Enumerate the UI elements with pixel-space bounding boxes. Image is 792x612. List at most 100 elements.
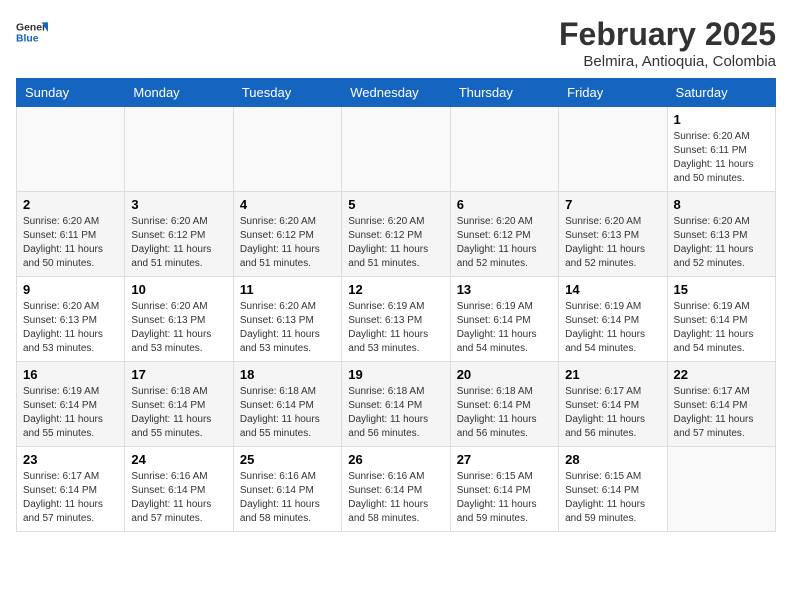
day-info: Sunrise: 6:16 AMSunset: 6:14 PMDaylight:… bbox=[240, 470, 335, 526]
calendar-day-cell: 3 Sunrise: 6:20 AMSunset: 6:12 PMDaylight… bbox=[125, 192, 233, 277]
day-info: Sunrise: 6:16 AMSunset: 6:14 PMDaylight:… bbox=[131, 470, 226, 526]
calendar-week-row: 1 Sunrise: 6:20 AMSunset: 6:11 PMDaylight… bbox=[17, 107, 776, 192]
day-info: Sunrise: 6:17 AMSunset: 6:14 PMDaylight:… bbox=[565, 385, 660, 441]
page-subtitle: Belmira, Antioquia, Colombia bbox=[559, 53, 776, 70]
day-number: 16 bbox=[23, 367, 118, 382]
calendar-day-cell: 8 Sunrise: 6:20 AMSunset: 6:13 PMDaylight… bbox=[667, 192, 775, 277]
page-header: General Blue February 2025 Belmira, Anti… bbox=[16, 16, 776, 70]
day-info: Sunrise: 6:17 AMSunset: 6:14 PMDaylight:… bbox=[674, 385, 769, 441]
day-info: Sunrise: 6:19 AMSunset: 6:14 PMDaylight:… bbox=[457, 300, 552, 356]
day-info: Sunrise: 6:18 AMSunset: 6:14 PMDaylight:… bbox=[240, 385, 335, 441]
weekday-header-monday: Monday bbox=[125, 79, 233, 107]
svg-text:Blue: Blue bbox=[16, 34, 39, 45]
day-info: Sunrise: 6:20 AMSunset: 6:13 PMDaylight:… bbox=[23, 300, 118, 356]
day-info: Sunrise: 6:20 AMSunset: 6:13 PMDaylight:… bbox=[240, 300, 335, 356]
day-number: 26 bbox=[348, 452, 443, 467]
day-info: Sunrise: 6:18 AMSunset: 6:14 PMDaylight:… bbox=[348, 385, 443, 441]
calendar-day-cell: 25 Sunrise: 6:16 AMSunset: 6:14 PMDayligh… bbox=[233, 447, 341, 532]
weekday-header-saturday: Saturday bbox=[667, 79, 775, 107]
logo: General Blue bbox=[16, 16, 48, 48]
day-info: Sunrise: 6:20 AMSunset: 6:11 PMDaylight:… bbox=[674, 130, 769, 186]
calendar-day-cell bbox=[667, 447, 775, 532]
day-info: Sunrise: 6:20 AMSunset: 6:13 PMDaylight:… bbox=[131, 300, 226, 356]
calendar-day-cell: 9 Sunrise: 6:20 AMSunset: 6:13 PMDaylight… bbox=[17, 277, 125, 362]
page-title: February 2025 bbox=[559, 16, 776, 53]
day-number: 8 bbox=[674, 197, 769, 212]
calendar-day-cell: 2Sunrise: 6:20 AMSunset: 6:11 PMDaylight… bbox=[17, 192, 125, 277]
calendar-day-cell: 27Sunrise: 6:15 AMSunset: 6:14 PMDayligh… bbox=[450, 447, 558, 532]
day-number: 15 bbox=[674, 282, 769, 297]
day-info: Sunrise: 6:20 AMSunset: 6:12 PMDaylight:… bbox=[240, 215, 335, 271]
calendar-day-cell: 13 Sunrise: 6:19 AMSunset: 6:14 PMDayligh… bbox=[450, 277, 558, 362]
day-number: 13 bbox=[457, 282, 552, 297]
calendar-day-cell bbox=[233, 107, 341, 192]
day-number: 14 bbox=[565, 282, 660, 297]
calendar-week-row: 23 Sunrise: 6:17 AMSunset: 6:14 PMDayligh… bbox=[17, 447, 776, 532]
day-info: Sunrise: 6:18 AMSunset: 6:14 PMDaylight:… bbox=[131, 385, 226, 441]
day-number: 21 bbox=[565, 367, 660, 382]
calendar-week-row: 9 Sunrise: 6:20 AMSunset: 6:13 PMDaylight… bbox=[17, 277, 776, 362]
day-number: 25 bbox=[240, 452, 335, 467]
day-number: 24 bbox=[131, 452, 226, 467]
calendar-day-cell: 26 Sunrise: 6:16 AMSunset: 6:14 PMDayligh… bbox=[342, 447, 450, 532]
day-number: 18 bbox=[240, 367, 335, 382]
calendar-day-cell: 16 Sunrise: 6:19 AMSunset: 6:14 PMDayligh… bbox=[17, 362, 125, 447]
calendar-day-cell: 22 Sunrise: 6:17 AMSunset: 6:14 PMDayligh… bbox=[667, 362, 775, 447]
day-number: 23 bbox=[23, 452, 118, 467]
calendar-week-row: 16 Sunrise: 6:19 AMSunset: 6:14 PMDayligh… bbox=[17, 362, 776, 447]
day-number: 20 bbox=[457, 367, 552, 382]
day-number: 27 bbox=[457, 452, 552, 467]
calendar-day-cell: 24 Sunrise: 6:16 AMSunset: 6:14 PMDayligh… bbox=[125, 447, 233, 532]
calendar-day-cell: 18 Sunrise: 6:18 AMSunset: 6:14 PMDayligh… bbox=[233, 362, 341, 447]
weekday-header-wednesday: Wednesday bbox=[342, 79, 450, 107]
day-info: Sunrise: 6:20 AMSunset: 6:11 PMDaylight:… bbox=[23, 215, 118, 271]
calendar-day-cell: 1 Sunrise: 6:20 AMSunset: 6:11 PMDaylight… bbox=[667, 107, 775, 192]
weekday-header-sunday: Sunday bbox=[17, 79, 125, 107]
weekday-header-tuesday: Tuesday bbox=[233, 79, 341, 107]
day-number: 22 bbox=[674, 367, 769, 382]
day-info: Sunrise: 6:16 AMSunset: 6:14 PMDaylight:… bbox=[348, 470, 443, 526]
day-number: 28 bbox=[565, 452, 660, 467]
calendar-day-cell: 28 Sunrise: 6:15 AMSunset: 6:14 PMDayligh… bbox=[559, 447, 667, 532]
calendar-day-cell: 15 Sunrise: 6:19 AMSunset: 6:14 PMDayligh… bbox=[667, 277, 775, 362]
weekday-header-friday: Friday bbox=[559, 79, 667, 107]
calendar-day-cell: 23 Sunrise: 6:17 AMSunset: 6:14 PMDayligh… bbox=[17, 447, 125, 532]
calendar-day-cell: 12Sunrise: 6:19 AMSunset: 6:13 PMDayligh… bbox=[342, 277, 450, 362]
day-info: Sunrise: 6:15 AMSunset: 6:14 PMDaylight:… bbox=[565, 470, 660, 526]
calendar-day-cell bbox=[342, 107, 450, 192]
day-info: Sunrise: 6:20 AMSunset: 6:12 PMDaylight:… bbox=[131, 215, 226, 271]
calendar-day-cell: 4Sunrise: 6:20 AMSunset: 6:12 PMDaylight… bbox=[233, 192, 341, 277]
day-number: 9 bbox=[23, 282, 118, 297]
calendar-day-cell: 11 Sunrise: 6:20 AMSunset: 6:13 PMDayligh… bbox=[233, 277, 341, 362]
calendar-day-cell bbox=[17, 107, 125, 192]
day-info: Sunrise: 6:20 AMSunset: 6:12 PMDaylight:… bbox=[457, 215, 552, 271]
calendar-day-cell: 21 Sunrise: 6:17 AMSunset: 6:14 PMDayligh… bbox=[559, 362, 667, 447]
day-info: Sunrise: 6:17 AMSunset: 6:14 PMDaylight:… bbox=[23, 470, 118, 526]
day-info: Sunrise: 6:20 AMSunset: 6:13 PMDaylight:… bbox=[565, 215, 660, 271]
calendar-day-cell bbox=[125, 107, 233, 192]
day-info: Sunrise: 6:20 AMSunset: 6:12 PMDaylight:… bbox=[348, 215, 443, 271]
day-number: 3 bbox=[131, 197, 226, 212]
logo-icon: General Blue bbox=[16, 16, 48, 48]
day-number: 6 bbox=[457, 197, 552, 212]
day-info: Sunrise: 6:19 AMSunset: 6:13 PMDaylight:… bbox=[348, 300, 443, 356]
title-block: February 2025 Belmira, Antioquia, Colomb… bbox=[559, 16, 776, 70]
calendar-day-cell: 6 Sunrise: 6:20 AMSunset: 6:12 PMDaylight… bbox=[450, 192, 558, 277]
day-number: 10 bbox=[131, 282, 226, 297]
calendar-day-cell bbox=[450, 107, 558, 192]
calendar-day-cell: 5Sunrise: 6:20 AMSunset: 6:12 PMDaylight… bbox=[342, 192, 450, 277]
day-info: Sunrise: 6:18 AMSunset: 6:14 PMDaylight:… bbox=[457, 385, 552, 441]
calendar-day-cell: 14Sunrise: 6:19 AMSunset: 6:14 PMDayligh… bbox=[559, 277, 667, 362]
day-number: 1 bbox=[674, 112, 769, 127]
calendar-week-row: 2Sunrise: 6:20 AMSunset: 6:11 PMDaylight… bbox=[17, 192, 776, 277]
day-number: 19 bbox=[348, 367, 443, 382]
day-number: 17 bbox=[131, 367, 226, 382]
day-info: Sunrise: 6:19 AMSunset: 6:14 PMDaylight:… bbox=[674, 300, 769, 356]
calendar-table: SundayMondayTuesdayWednesdayThursdayFrid… bbox=[16, 78, 776, 532]
day-number: 11 bbox=[240, 282, 335, 297]
day-info: Sunrise: 6:20 AMSunset: 6:13 PMDaylight:… bbox=[674, 215, 769, 271]
day-info: Sunrise: 6:19 AMSunset: 6:14 PMDaylight:… bbox=[23, 385, 118, 441]
calendar-day-cell: 10 Sunrise: 6:20 AMSunset: 6:13 PMDayligh… bbox=[125, 277, 233, 362]
calendar-day-cell: 7Sunrise: 6:20 AMSunset: 6:13 PMDaylight… bbox=[559, 192, 667, 277]
calendar-day-cell bbox=[559, 107, 667, 192]
